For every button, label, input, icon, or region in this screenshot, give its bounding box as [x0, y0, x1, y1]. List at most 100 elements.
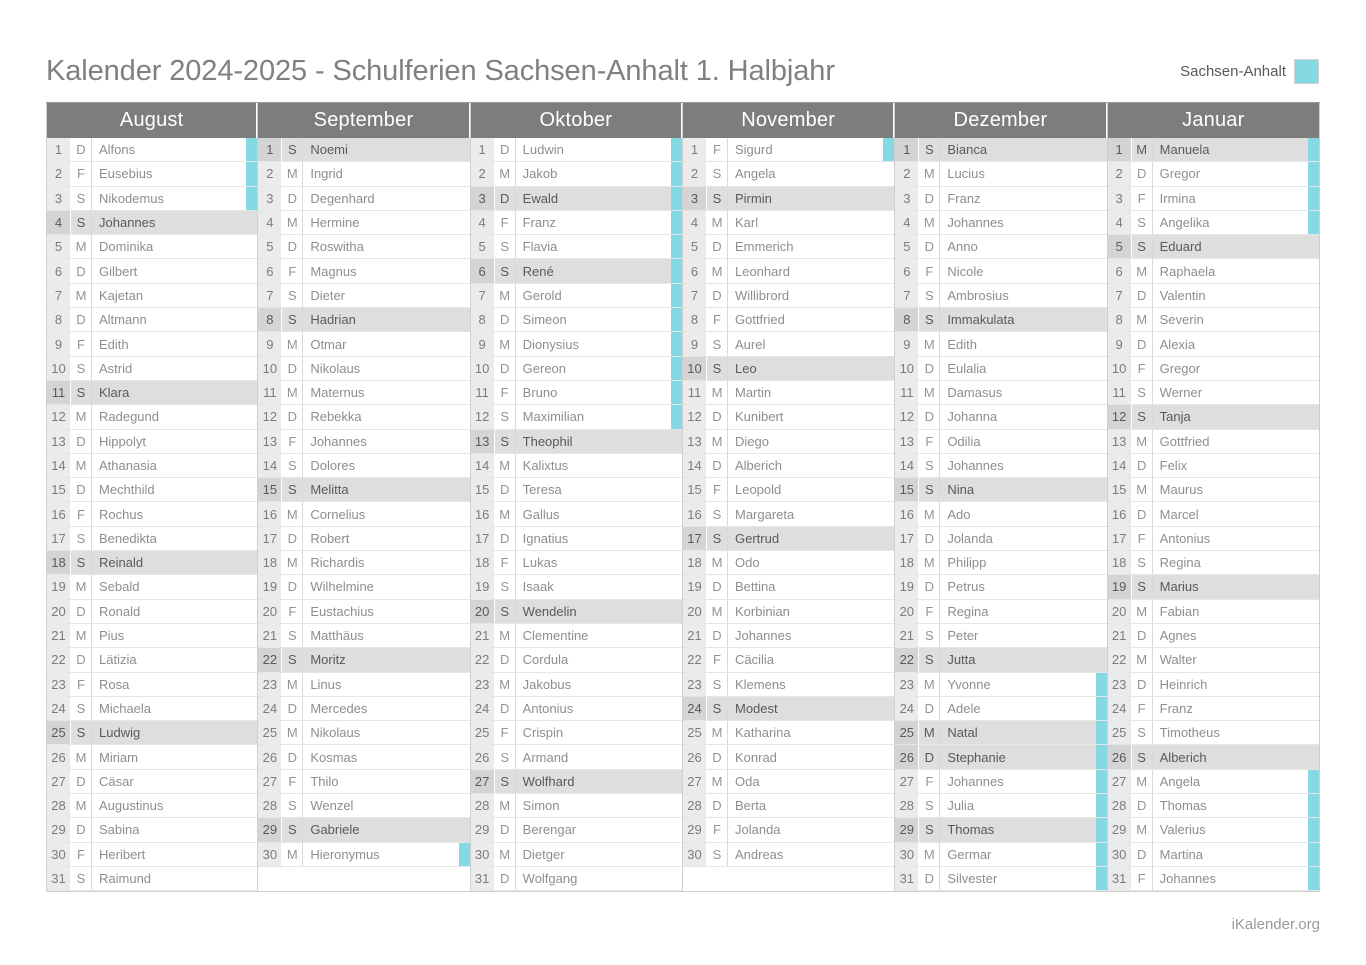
day-row[interactable]: 22 S Moritz	[258, 648, 470, 673]
day-row[interactable]: 18 S Regina	[1107, 551, 1319, 576]
day-row[interactable]: 15 S Nina	[895, 478, 1107, 503]
day-row[interactable]: 10 S Astrid	[47, 356, 258, 381]
day-row[interactable]: 29 F Jolanda	[682, 818, 895, 843]
day-row[interactable]: 23 M Yvonne	[895, 672, 1107, 697]
day-row[interactable]: 7 M Gerold	[470, 283, 682, 309]
day-row[interactable]: 27 D Cäsar	[47, 769, 258, 795]
day-row[interactable]: 5 S Flavia	[470, 235, 682, 260]
day-row[interactable]: 17 D Robert	[258, 526, 470, 552]
day-row[interactable]: 16 D Marcel	[1107, 502, 1319, 527]
day-row[interactable]: 2 S Angela	[682, 162, 895, 187]
day-row[interactable]: 31 D Silvester	[895, 866, 1107, 892]
day-row[interactable]: 24 S Modest	[682, 696, 895, 722]
day-row[interactable]: 16 S Margareta	[682, 502, 895, 527]
day-row[interactable]: 2 M Jakob	[470, 162, 682, 187]
day-row[interactable]: 27 S Wolfhard	[470, 769, 682, 795]
day-row[interactable]: 15 D Mechthild	[47, 478, 258, 503]
day-row[interactable]: 7 D Willibrord	[682, 283, 895, 309]
day-row[interactable]: 25 F Crispin	[470, 721, 682, 746]
day-row[interactable]: 1 S Noemi	[258, 138, 470, 163]
day-row[interactable]: 2 F Eusebius	[47, 162, 258, 187]
day-row[interactable]: 18 S Reinald	[47, 551, 258, 576]
day-row[interactable]: 29 M Valerius	[1107, 818, 1319, 843]
day-row[interactable]: 13 F Johannes	[258, 429, 470, 454]
day-row[interactable]: 31 S Raimund	[47, 866, 258, 892]
day-row[interactable]: 6 M Leonhard	[682, 259, 895, 284]
day-row[interactable]: 11 M Maternus	[258, 380, 470, 406]
day-row[interactable]: 23 M Linus	[258, 672, 470, 697]
day-row[interactable]: 27 F Thilo	[258, 769, 470, 795]
day-row[interactable]: 31 F Johannes	[1107, 866, 1319, 892]
day-row[interactable]: 12 M Radegund	[47, 405, 258, 430]
day-row[interactable]: 11 S Klara	[47, 380, 258, 406]
day-row[interactable]: 14 M Athanasia	[47, 453, 258, 479]
day-row[interactable]: 13 D Hippolyt	[47, 429, 258, 454]
day-row[interactable]: 8 D Altmann	[47, 308, 258, 333]
day-row[interactable]: 13 F Odilia	[895, 429, 1107, 454]
day-row[interactable]: 15 S Melitta	[258, 478, 470, 503]
day-row[interactable]: 5 M Dominika	[47, 235, 258, 260]
day-row[interactable]: 30 S Andreas	[682, 842, 895, 867]
day-row[interactable]: 25 M Natal	[895, 721, 1107, 746]
day-row[interactable]: 4 F Franz	[470, 210, 682, 236]
day-row[interactable]: 26 S Armand	[470, 745, 682, 770]
day-row[interactable]: 27 M Angela	[1107, 769, 1319, 795]
day-row[interactable]: 18 M Richardis	[258, 551, 470, 576]
day-row[interactable]: 17 S Benedikta	[47, 526, 258, 552]
day-row[interactable]: 23 F Rosa	[47, 672, 258, 697]
day-row[interactable]: 27 M Oda	[682, 769, 895, 795]
day-row[interactable]: 15 F Leopold	[682, 478, 895, 503]
day-row[interactable]: 2 M Ingrid	[258, 162, 470, 187]
day-row[interactable]: 12 D Rebekka	[258, 405, 470, 430]
day-row[interactable]: 14 D Felix	[1107, 453, 1319, 479]
day-row[interactable]: 20 M Fabian	[1107, 599, 1319, 624]
day-row[interactable]: 16 F Rochus	[47, 502, 258, 527]
day-row[interactable]: 12 S Maximilian	[470, 405, 682, 430]
day-row[interactable]: 4 M Hermine	[258, 210, 470, 236]
day-row[interactable]: 17 F Antonius	[1107, 526, 1319, 552]
day-row[interactable]: 19 D Wilhelmine	[258, 575, 470, 600]
day-row[interactable]: 8 F Gottfried	[682, 308, 895, 333]
day-row[interactable]: 28 S Wenzel	[258, 794, 470, 819]
day-row[interactable]: 21 M Pius	[47, 623, 258, 649]
day-row[interactable]: 2 M Lucius	[895, 162, 1107, 187]
day-row[interactable]: 20 S Wendelin	[470, 599, 682, 624]
day-row[interactable]: 11 S Werner	[1107, 380, 1319, 406]
day-row[interactable]: 25 M Katharina	[682, 721, 895, 746]
day-row[interactable]: 6 M Raphaela	[1107, 259, 1319, 284]
day-row[interactable]: 10 D Nikolaus	[258, 356, 470, 381]
day-row[interactable]: 21 M Clementine	[470, 623, 682, 649]
day-row[interactable]: 1 S Bianca	[895, 138, 1107, 163]
day-row[interactable]: 6 F Magnus	[258, 259, 470, 284]
day-row[interactable]: 22 M Walter	[1107, 648, 1319, 673]
day-row[interactable]: 13 M Gottfried	[1107, 429, 1319, 454]
day-row[interactable]: 26 D Konrad	[682, 745, 895, 770]
day-row[interactable]: 5 S Eduard	[1107, 235, 1319, 260]
day-row[interactable]: 5 D Anno	[895, 235, 1107, 260]
day-row[interactable]: 14 S Johannes	[895, 453, 1107, 479]
day-row[interactable]: 8 S Immakulata	[895, 308, 1107, 333]
day-row[interactable]: 29 D Berengar	[470, 818, 682, 843]
day-row[interactable]: 3 D Degenhard	[258, 186, 470, 211]
day-row[interactable]: 20 D Ronald	[47, 599, 258, 624]
day-row[interactable]: 15 M Maurus	[1107, 478, 1319, 503]
day-row[interactable]: 14 D Alberich	[682, 453, 895, 479]
day-row[interactable]: 29 S Gabriele	[258, 818, 470, 843]
day-row[interactable]: 8 S Hadrian	[258, 308, 470, 333]
day-row[interactable]: 26 D Kosmas	[258, 745, 470, 770]
day-row[interactable]: 9 M Otmar	[258, 332, 470, 357]
day-row[interactable]: 12 S Tanja	[1107, 405, 1319, 430]
day-row[interactable]: 13 S Theophil	[470, 429, 682, 454]
day-row[interactable]: 6 F Nicole	[895, 259, 1107, 284]
day-row[interactable]: 29 S Thomas	[895, 818, 1107, 843]
day-row[interactable]: 11 F Bruno	[470, 380, 682, 406]
day-row[interactable]: 11 M Martin	[682, 380, 895, 406]
day-row[interactable]: 22 F Cäcilia	[682, 648, 895, 673]
day-row[interactable]: 3 S Nikodemus	[47, 186, 258, 211]
day-row[interactable]: 7 S Dieter	[258, 283, 470, 309]
day-row[interactable]: 22 S Jutta	[895, 648, 1107, 673]
day-row[interactable]: 28 S Julia	[895, 794, 1107, 819]
day-row[interactable]: 10 F Gregor	[1107, 356, 1319, 381]
day-row[interactable]: 25 S Ludwig	[47, 721, 258, 746]
day-row[interactable]: 10 S Leo	[682, 356, 895, 381]
